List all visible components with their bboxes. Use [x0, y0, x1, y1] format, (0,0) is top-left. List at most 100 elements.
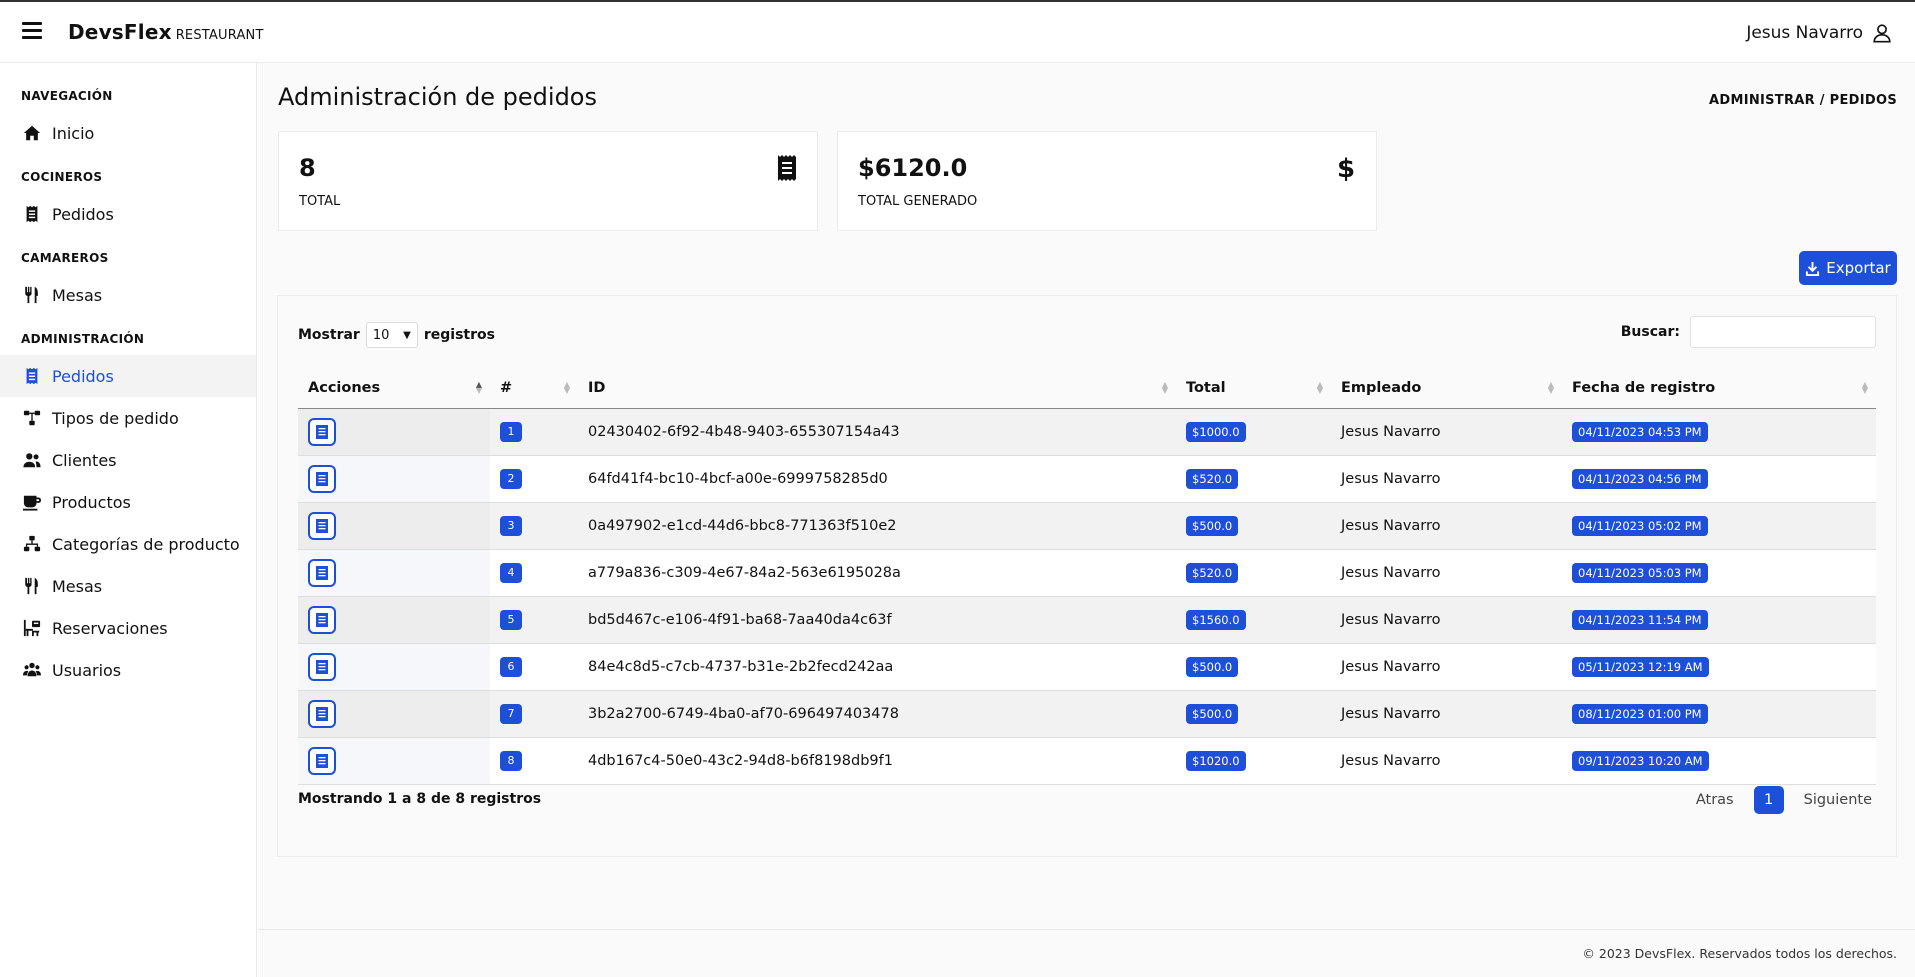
date-badge: 05/11/2023 12:19 AM — [1572, 656, 1709, 677]
table-cell: 4 — [490, 549, 578, 597]
mug-icon — [22, 493, 42, 511]
view-order-button[interactable] — [308, 417, 336, 446]
table-cell: Jesus Navarro — [1331, 455, 1562, 503]
table-cell — [298, 408, 490, 456]
table-cell: 3b2a2700-6749-4ba0-af70-696497403478 — [578, 690, 1176, 738]
row-number-badge: 6 — [500, 656, 522, 677]
brand-logo[interactable]: DevsFlex RESTAURANT — [68, 20, 264, 44]
row-number-badge: 1 — [500, 421, 522, 442]
view-order-button[interactable] — [308, 558, 336, 587]
table-row: 1 02430402-6f92-4b48-9403-655307154a43 $10… — [298, 408, 1876, 456]
sidebar-item-pedidos[interactable]: Pedidos — [0, 355, 256, 397]
sidebar-item-tipos-de-pedido[interactable]: Tipos de pedido — [0, 397, 256, 439]
users-icon — [22, 451, 42, 469]
dollar-icon: $ — [1334, 154, 1358, 184]
search-input[interactable] — [1690, 316, 1876, 348]
sort-icon: ▲ ▼ — [1161, 380, 1168, 395]
export-label: Exportar — [1826, 259, 1891, 277]
table-cell: 04/11/2023 04:56 PM — [1562, 455, 1876, 503]
table-cell: Jesus Navarro — [1331, 596, 1562, 644]
view-order-button[interactable] — [308, 746, 336, 775]
column-header[interactable]: # ▲ ▼ — [490, 368, 578, 409]
table-cell — [298, 502, 490, 550]
view-order-button[interactable] — [308, 652, 336, 681]
column-header[interactable]: ID ▲ ▼ — [578, 368, 1176, 409]
column-header[interactable]: Total ▲ ▼ — [1176, 368, 1331, 409]
date-badge: 04/11/2023 04:53 PM — [1572, 421, 1708, 442]
view-order-button[interactable] — [308, 511, 336, 540]
sidebar-item-productos[interactable]: Productos — [0, 481, 256, 523]
document-icon — [316, 753, 328, 768]
utensils-icon — [22, 286, 42, 304]
pagination-next[interactable]: Siguiente — [1800, 792, 1876, 808]
employee-name: Jesus Navarro — [1341, 611, 1441, 628]
table-cell: Jesus Navarro — [1331, 502, 1562, 550]
sidebar-item-inicio[interactable]: Inicio — [0, 112, 256, 154]
row-number-badge: 4 — [500, 562, 522, 583]
table-row: 4 a779a836-c309-4e67-84a2-563e6195028a $52… — [298, 549, 1876, 597]
table-row: 3 0a497902-e1cd-44d6-bbc8-771363f510e2 $50… — [298, 502, 1876, 550]
employee-name: Jesus Navarro — [1341, 752, 1441, 769]
row-number-badge: 5 — [500, 609, 522, 630]
export-button[interactable]: Exportar — [1799, 251, 1897, 285]
sidebar-item-usuarios[interactable]: Usuarios — [0, 649, 256, 691]
document-icon — [316, 471, 328, 486]
table-cell: 04/11/2023 05:03 PM — [1562, 549, 1876, 597]
order-id: 02430402-6f92-4b48-9403-655307154a43 — [588, 423, 900, 440]
row-number-badge: 2 — [500, 468, 522, 489]
employee-name: Jesus Navarro — [1341, 517, 1441, 534]
table-cell — [298, 737, 490, 785]
table-cell: 2 — [490, 455, 578, 503]
order-id: 3b2a2700-6749-4ba0-af70-696497403478 — [588, 705, 899, 722]
column-header[interactable]: Empleado ▲ ▼ — [1331, 368, 1562, 409]
order-id: 64fd41f4-bc10-4bcf-a00e-6999758285d0 — [588, 470, 888, 487]
page-length-select[interactable]: 10 ▼ — [365, 322, 418, 348]
user-menu[interactable]: Jesus Navarro — [1746, 22, 1893, 44]
table-cell: 1 — [490, 408, 578, 456]
column-header-label: # — [500, 379, 513, 396]
column-header-label: Acciones — [308, 379, 381, 396]
pagination: Atras 1 Siguiente — [1692, 786, 1876, 814]
total-badge: $520.0 — [1186, 562, 1239, 583]
column-header[interactable]: Acciones ▲ ▼ — [298, 368, 490, 409]
sidebar-item-clientes[interactable]: Clientes — [0, 439, 256, 481]
sidebar-item-label: Tipos de pedido — [52, 408, 179, 428]
table-cell: $520.0 — [1176, 549, 1331, 597]
sidebar-item-mesas[interactable]: Mesas — [0, 565, 256, 607]
view-order-button[interactable] — [308, 605, 336, 634]
chevron-down-icon: ▼ — [403, 329, 411, 341]
card-value: $6120.0 — [858, 154, 968, 182]
sidebar-item-reservaciones[interactable]: Reservaciones — [0, 607, 256, 649]
column-header-label: Total — [1186, 379, 1226, 396]
page-length-control: Mostrar 10 ▼ registros — [298, 322, 495, 348]
sidebar-item-pedidos[interactable]: Pedidos — [0, 193, 256, 235]
sidebar-item-categorías-de-producto[interactable]: Categorías de producto — [0, 523, 256, 565]
row-number-badge: 8 — [500, 750, 522, 771]
brand-name: DevsFlex — [68, 20, 172, 44]
table-cell: 84e4c8d5-c7cb-4737-b31e-2b2fecd242aa — [578, 643, 1176, 691]
sidebar-item-mesas[interactable]: Mesas — [0, 274, 256, 316]
table-cell: 02430402-6f92-4b48-9403-655307154a43 — [578, 408, 1176, 456]
view-order-button[interactable] — [308, 699, 336, 728]
date-badge: 04/11/2023 05:03 PM — [1572, 562, 1708, 583]
table-cell: 4db167c4-50e0-43c2-94d8-b6f8198db9f1 — [578, 737, 1176, 785]
total-badge: $500.0 — [1186, 515, 1239, 536]
hamburger-menu-icon[interactable] — [22, 22, 42, 40]
order-id: 84e4c8d5-c7cb-4737-b31e-2b2fecd242aa — [588, 658, 894, 675]
order-id: 0a497902-e1cd-44d6-bbc8-771363f510e2 — [588, 517, 897, 534]
column-header[interactable]: Fecha de registro ▲ ▼ — [1562, 368, 1876, 409]
svg-text:$: $ — [1337, 154, 1355, 182]
page-length-value: 10 — [372, 327, 390, 343]
user-group-icon — [22, 661, 42, 679]
table-row: 2 64fd41f4-bc10-4bcf-a00e-6999758285d0 $52… — [298, 455, 1876, 503]
view-order-button[interactable] — [308, 464, 336, 493]
employee-name: Jesus Navarro — [1341, 705, 1441, 722]
table-cell: 6 — [490, 643, 578, 691]
pagination-prev[interactable]: Atras — [1692, 792, 1738, 808]
sidebar-item-label: Mesas — [52, 576, 103, 596]
receipt-icon — [775, 154, 799, 182]
pagination-page-current[interactable]: 1 — [1753, 786, 1784, 814]
top-navbar: DevsFlex RESTAURANT Jesus Navarro — [0, 2, 1915, 63]
table-cell — [298, 455, 490, 503]
table-cell — [298, 549, 490, 597]
